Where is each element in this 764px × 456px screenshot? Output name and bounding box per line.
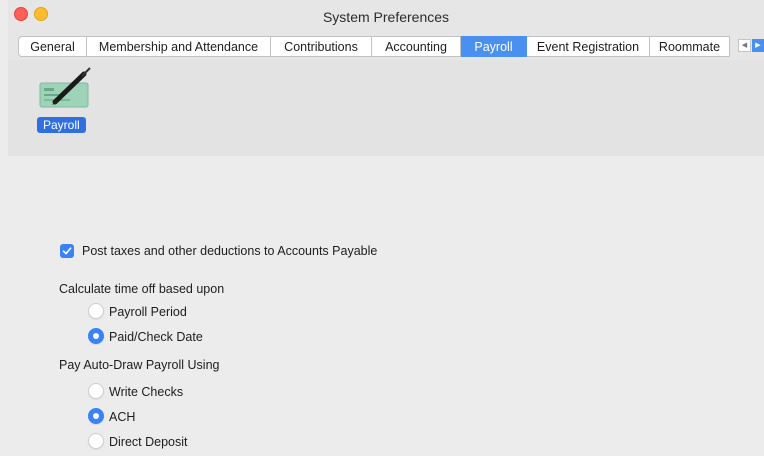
tab-general[interactable]: General — [18, 36, 87, 57]
scroll-left-arrow-icon[interactable]: ◀ — [738, 39, 751, 52]
payroll-icon-label[interactable]: Payroll — [37, 117, 86, 133]
tab-accounting[interactable]: Accounting — [372, 36, 461, 57]
title-bar: System Preferences — [8, 0, 764, 36]
tab-membership-and-attendance[interactable]: Membership and Attendance — [87, 36, 271, 57]
post-taxes-label: Post taxes and other deductions to Accou… — [82, 244, 378, 258]
tab-event-registration[interactable]: Event Registration — [527, 36, 650, 57]
post-taxes-checkbox[interactable] — [60, 244, 74, 258]
tab-scroll-controls: ◀ ▶ — [738, 36, 764, 57]
radio-paid-check-date-label: Paid/Check Date — [109, 330, 203, 344]
radio-payroll-period[interactable] — [88, 303, 104, 319]
time-off-heading: Calculate time off based upon — [59, 282, 225, 296]
radio-ach-label: ACH — [109, 410, 136, 424]
radio-direct-deposit-label: Direct Deposit — [109, 435, 188, 449]
radio-direct-deposit[interactable] — [88, 433, 104, 449]
radio-write-checks-label: Write Checks — [109, 385, 184, 399]
auto-draw-heading: Pay Auto-Draw Payroll Using — [59, 358, 220, 372]
tab-contributions[interactable]: Contributions — [271, 36, 372, 57]
tab-bar: General Membership and Attendance Contri… — [8, 36, 764, 61]
preferences-window: System Preferences General Membership an… — [8, 0, 764, 456]
window-title: System Preferences — [322, 9, 450, 25]
tab-roommate[interactable]: Roommate — [650, 36, 730, 57]
preference-icon-pane: Payroll — [8, 60, 764, 157]
radio-write-checks[interactable] — [88, 383, 104, 399]
radio-paid-check-date[interactable] — [88, 328, 104, 344]
radio-ach[interactable] — [88, 408, 104, 424]
radio-payroll-period-label: Payroll Period — [109, 305, 187, 319]
scroll-right-arrow-icon[interactable]: ▶ — [752, 39, 764, 52]
payroll-settings-panel: Post taxes and other deductions to Accou… — [8, 156, 764, 456]
tab-payroll[interactable]: Payroll — [461, 36, 527, 57]
check-and-pen-icon[interactable] — [38, 66, 94, 112]
